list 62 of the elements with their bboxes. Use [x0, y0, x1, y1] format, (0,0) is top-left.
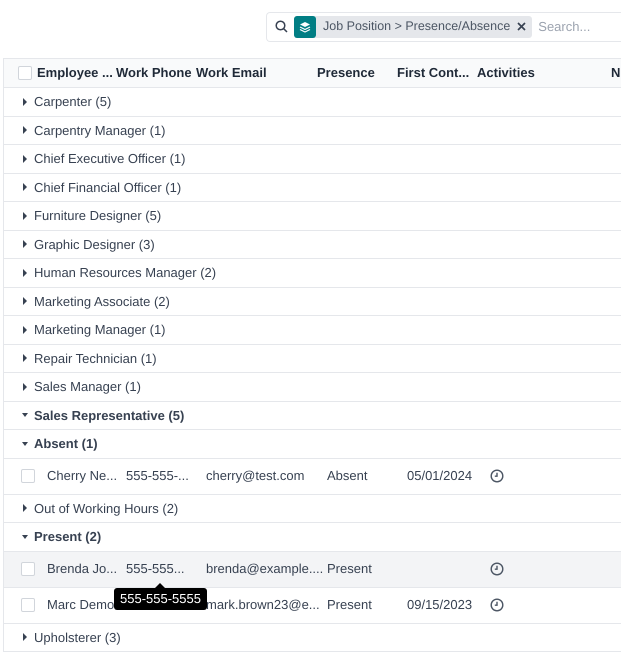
group-row[interactable]: Marketing Associate (2) — [4, 288, 170, 315]
caret-icon — [22, 98, 28, 106]
row-checkbox[interactable] — [21, 598, 35, 612]
facet-label: Job Position > Presence/Absence — [322, 18, 512, 36]
table-cell: 05/01/2024 — [407, 468, 472, 484]
table-cell: 555-555... — [126, 561, 185, 576]
group-row[interactable]: Out of Working Hours (2) — [4, 494, 178, 522]
caret-icon — [22, 126, 28, 134]
group-row[interactable]: Upholsterer (3) — [4, 624, 121, 651]
caret-icon — [22, 297, 28, 306]
caret-icon — [22, 440, 28, 448]
group-row[interactable]: Sales Representative (5) — [4, 402, 184, 429]
column-header[interactable]: Employee ... — [37, 65, 113, 80]
caret-icon — [22, 382, 28, 391]
group-row[interactable]: Chief Financial Officer (1) — [4, 174, 182, 201]
caret-icon — [22, 354, 28, 362]
caret-icon — [22, 154, 28, 163]
column-header[interactable]: N — [611, 65, 620, 80]
group-row[interactable]: Furniture Designer (5) — [4, 202, 162, 230]
caret-icon — [22, 633, 28, 642]
table-cell-text: cherry@test.com — [206, 467, 306, 486]
caret-icon — [22, 240, 28, 248]
search-field[interactable]: Search... — [538, 16, 621, 36]
table-cell: 09/15/2023 — [407, 597, 472, 612]
column-header[interactable]: Presence — [317, 65, 375, 80]
column-header[interactable]: Work Phone — [116, 65, 192, 80]
clock-icon[interactable] — [490, 469, 504, 483]
caret-icon — [22, 326, 28, 334]
search-icon[interactable] — [275, 20, 288, 33]
close-icon[interactable] — [517, 22, 526, 31]
group-row[interactable]: Graphic Designer (3) — [4, 230, 155, 258]
group-row[interactable]: Marketing Manager (1) — [4, 316, 166, 344]
caret-icon — [22, 268, 28, 277]
layers-icon — [299, 20, 311, 32]
tooltip: 555-555-5555 — [114, 588, 207, 610]
group-row[interactable]: Absent (1) — [4, 430, 98, 458]
caret-icon — [22, 504, 28, 512]
row-checkbox[interactable] — [18, 66, 32, 80]
caret-icon — [22, 183, 28, 192]
group-row[interactable]: Carpenter (5) — [4, 88, 112, 116]
table-cell-text: Brenda Jo... — [47, 560, 118, 578]
caret-icon — [22, 532, 28, 541]
column-header[interactable]: First Cont... — [397, 65, 470, 80]
table-cell-text: Cherry Ne... — [47, 467, 118, 486]
clock-icon[interactable] — [490, 562, 504, 576]
row-checkbox[interactable] — [21, 562, 35, 576]
table-cell-text: brenda@example.... — [206, 560, 324, 578]
group-row[interactable]: Repair Technician (1) — [4, 344, 157, 372]
table-cell: 555-555-... — [126, 468, 189, 484]
row-checkbox[interactable] — [21, 469, 35, 483]
group-row[interactable]: Present (2) — [4, 523, 102, 550]
caret-icon — [22, 212, 28, 220]
group-row[interactable]: Sales Manager (1) — [4, 373, 141, 400]
caret-icon — [22, 411, 28, 420]
table-cell-text: Present — [327, 560, 373, 578]
group-row[interactable]: Carpentry Manager (1) — [4, 116, 166, 144]
table-cell-text: Absent — [327, 467, 368, 486]
group-row[interactable]: Human Resources Manager (2) — [4, 259, 216, 286]
group-row[interactable]: Chief Executive Officer (1) — [4, 145, 186, 172]
column-header[interactable]: Work Email — [196, 65, 267, 80]
column-header[interactable]: Activities — [477, 65, 535, 80]
clock-icon[interactable] — [490, 598, 504, 612]
